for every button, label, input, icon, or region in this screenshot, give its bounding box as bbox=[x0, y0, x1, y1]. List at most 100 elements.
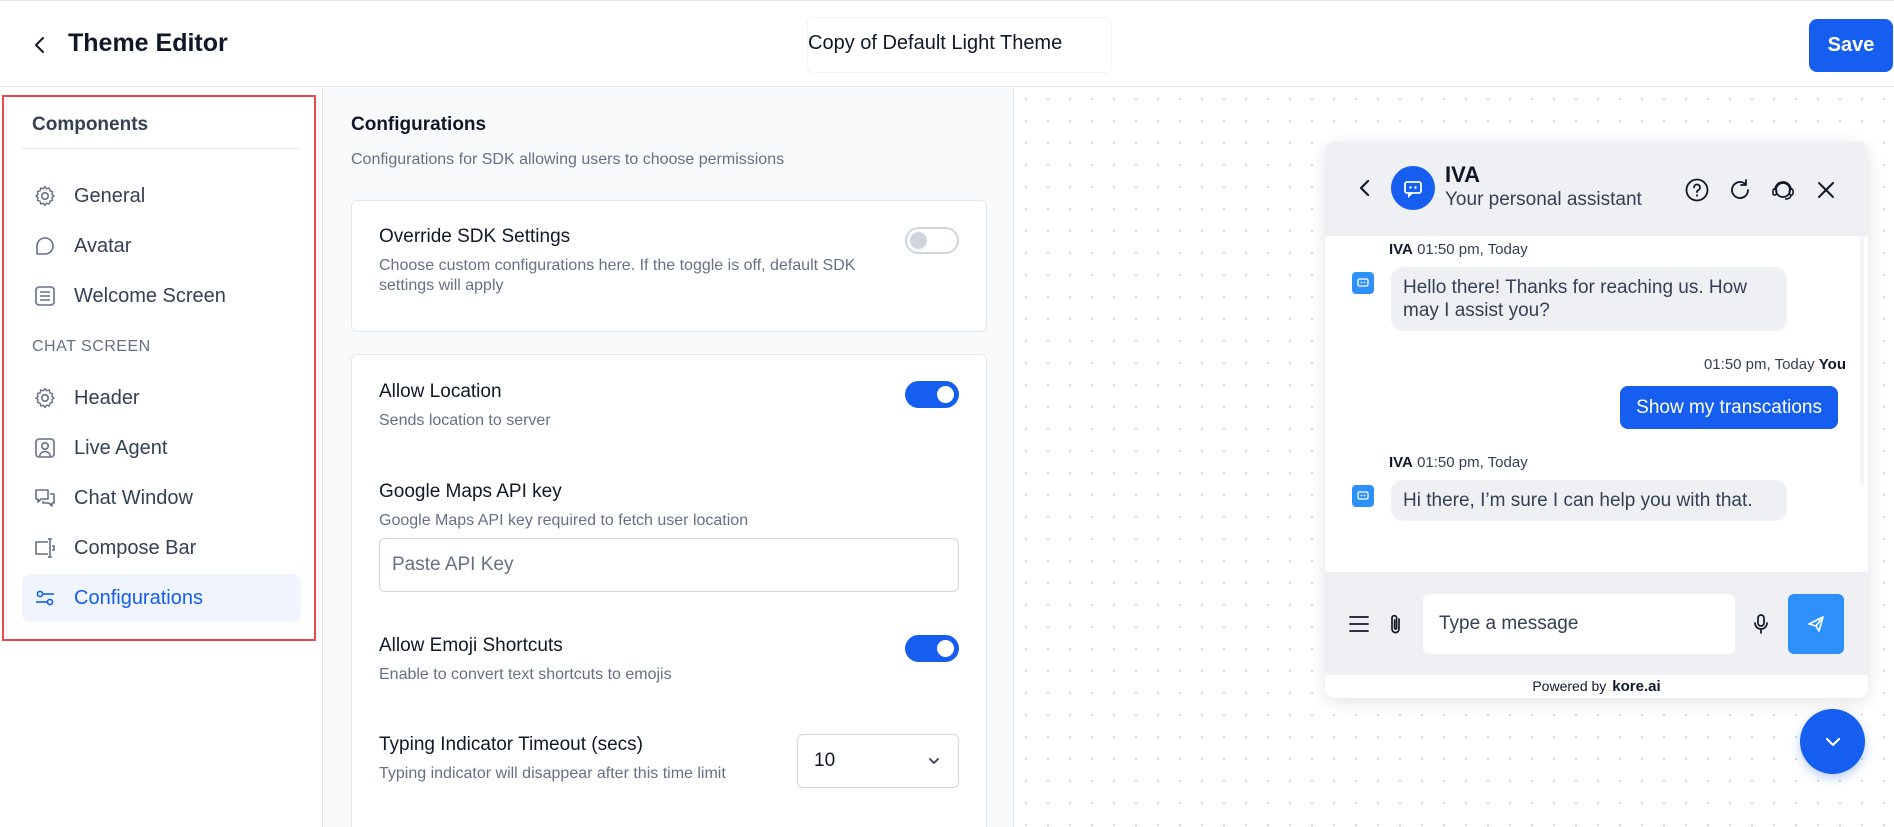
sidebar-item-label: Configurations bbox=[74, 586, 203, 609]
sidebar-item-label: Welcome Screen bbox=[74, 284, 226, 307]
chats-icon bbox=[32, 485, 58, 511]
sidebar-item-avatar[interactable]: Avatar bbox=[22, 222, 301, 270]
bot-name: IVA bbox=[1445, 162, 1481, 187]
bot-message-icon bbox=[1352, 272, 1374, 294]
chat-scrollbar[interactable] bbox=[1860, 236, 1864, 486]
paperclip-icon bbox=[1391, 614, 1400, 634]
sidebar-item-label: Avatar bbox=[74, 234, 132, 257]
sidebar-item-label: Compose Bar bbox=[74, 536, 197, 559]
divider bbox=[22, 148, 299, 149]
chevron-down-icon bbox=[1825, 737, 1840, 746]
message-meta: IVA 01:50 pm, Today bbox=[1389, 241, 1528, 258]
override-title: Override SDK Settings bbox=[379, 226, 571, 247]
message-time: 01:50 pm, Today bbox=[1703, 356, 1815, 373]
sidebar-item-welcome-screen[interactable]: Welcome Screen bbox=[22, 272, 301, 320]
chevron-left-icon bbox=[35, 37, 44, 53]
live-agent-button[interactable] bbox=[1769, 176, 1797, 204]
back-button[interactable] bbox=[26, 31, 54, 59]
compose-bar bbox=[1325, 572, 1868, 675]
chat-widget-preview: IVA Your personal assistant IVA 01:50 pm… bbox=[1325, 142, 1868, 698]
sidebar-item-label: Header bbox=[74, 386, 140, 409]
gear-icon bbox=[32, 183, 58, 209]
sidebar-item-compose-bar[interactable]: Compose Bar bbox=[22, 524, 301, 572]
sidebar-item-general[interactable]: General bbox=[22, 172, 301, 220]
message-sender: You bbox=[1818, 356, 1846, 373]
chevron-left-icon bbox=[1359, 179, 1370, 197]
close-icon bbox=[1818, 182, 1834, 198]
bot-message-bubble: Hi there, I’m sure I can help you with t… bbox=[1391, 480, 1787, 521]
allow-location-title: Allow Location bbox=[379, 381, 502, 402]
user-message-bubble: Show my transcations bbox=[1620, 386, 1838, 429]
configurations-subtitle: Configurations for SDK allowing users to… bbox=[351, 151, 785, 168]
agent-icon bbox=[1772, 181, 1794, 200]
close-button[interactable] bbox=[1812, 176, 1840, 204]
chat-messages: IVA 01:50 pm, Today Hello there! Thanks … bbox=[1325, 236, 1868, 572]
sidebar-item-label: Live Agent bbox=[74, 436, 168, 459]
hamburger-icon bbox=[1349, 616, 1369, 632]
chat-screen-section-label: CHAT SCREEN bbox=[32, 338, 151, 355]
microphone-button[interactable] bbox=[1750, 612, 1772, 641]
refresh-button[interactable] bbox=[1726, 176, 1754, 204]
message-sender: IVA bbox=[1389, 241, 1413, 258]
collapse-chat-button[interactable] bbox=[1800, 709, 1865, 774]
menu-button[interactable] bbox=[1347, 612, 1371, 641]
maps-key-title: Google Maps API key bbox=[379, 481, 562, 502]
typing-timeout-select[interactable]: 10 bbox=[797, 734, 959, 788]
powered-by-label: Powered by bbox=[1532, 678, 1607, 694]
emoji-shortcuts-description: Enable to convert text shortcuts to emoj… bbox=[379, 666, 672, 683]
typing-timeout-value: 10 bbox=[814, 750, 836, 771]
toggle-knob bbox=[937, 640, 954, 657]
bot-message-bubble: Hello there! Thanks for reaching us. How… bbox=[1391, 267, 1787, 331]
bot-subtitle: Your personal assistant bbox=[1445, 189, 1642, 210]
toggle-knob bbox=[910, 232, 927, 249]
sidebar-item-header[interactable]: Header bbox=[22, 374, 301, 422]
list-icon bbox=[32, 283, 58, 309]
message-meta: 01:50 pm, Today You bbox=[1704, 356, 1846, 373]
powered-by-footer: Powered by kore.ai bbox=[1325, 675, 1868, 698]
components-heading: Components bbox=[32, 114, 149, 135]
message-time: 01:50 pm, Today bbox=[1417, 454, 1528, 471]
emoji-shortcuts-toggle[interactable] bbox=[905, 635, 959, 662]
chat-back-button[interactable] bbox=[1353, 176, 1377, 205]
top-bar: Theme Editor Copy of Default Light Theme… bbox=[0, 0, 1894, 87]
theme-name-field[interactable]: Copy of Default Light Theme bbox=[807, 17, 1112, 73]
compose-icon bbox=[32, 535, 58, 561]
sliders-icon bbox=[32, 585, 58, 611]
message-meta: IVA 01:50 pm, Today bbox=[1389, 454, 1528, 471]
allow-location-toggle[interactable] bbox=[905, 381, 959, 408]
message-time: 01:50 pm, Today bbox=[1417, 241, 1528, 258]
attachment-button[interactable] bbox=[1385, 612, 1407, 641]
page-title: Theme Editor bbox=[68, 29, 228, 57]
emoji-shortcuts-title: Allow Emoji Shortcuts bbox=[379, 635, 563, 656]
override-description: Choose custom configurations here. If th… bbox=[379, 257, 856, 294]
bot-avatar bbox=[1391, 166, 1435, 210]
help-icon bbox=[1685, 178, 1709, 202]
gear-icon bbox=[32, 385, 58, 411]
allow-location-description: Sends location to server bbox=[379, 412, 551, 429]
maps-key-description: Google Maps API key required to fetch us… bbox=[379, 512, 749, 529]
sidebar-item-chat-window[interactable]: Chat Window bbox=[22, 474, 301, 522]
chevron-down-icon bbox=[929, 758, 939, 764]
sidebar-item-label: Chat Window bbox=[74, 486, 193, 509]
help-button[interactable] bbox=[1683, 176, 1711, 204]
maps-api-key-input[interactable] bbox=[379, 538, 959, 592]
bot-icon bbox=[1404, 181, 1422, 199]
sidebar-item-label: General bbox=[74, 184, 146, 207]
toggle-knob bbox=[937, 386, 954, 403]
typing-timeout-title: Typing Indicator Timeout (secs) bbox=[379, 734, 643, 755]
typing-timeout-description: Typing indicator will disappear after th… bbox=[379, 765, 726, 782]
sidebar-item-live-agent[interactable]: Live Agent bbox=[22, 424, 301, 472]
save-button[interactable]: Save bbox=[1809, 19, 1893, 72]
brand-logo: kore.ai bbox=[1612, 678, 1661, 695]
override-sdk-toggle[interactable] bbox=[905, 227, 959, 254]
message-sender: IVA bbox=[1389, 454, 1413, 471]
configurations-heading: Configurations bbox=[351, 114, 487, 135]
user-icon bbox=[32, 435, 58, 461]
send-icon bbox=[1808, 616, 1824, 632]
message-input[interactable] bbox=[1423, 594, 1735, 654]
refresh-icon bbox=[1731, 179, 1749, 199]
send-button[interactable] bbox=[1788, 594, 1844, 654]
sidebar-item-configurations[interactable]: Configurations bbox=[22, 574, 301, 622]
microphone-icon bbox=[1754, 614, 1768, 634]
bot-message-icon bbox=[1352, 485, 1374, 507]
